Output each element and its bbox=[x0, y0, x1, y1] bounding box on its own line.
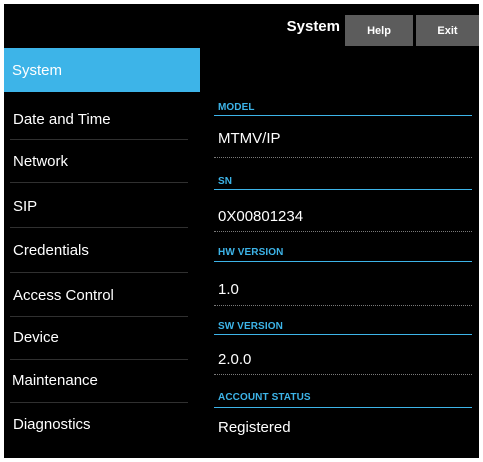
account-status-value: Registered bbox=[218, 419, 291, 436]
field-underline bbox=[214, 407, 472, 408]
hw-version-value: 1.0 bbox=[218, 281, 239, 298]
sidebar-item-sip[interactable]: SIP bbox=[4, 185, 200, 227]
sidebar-item-credentials[interactable]: Credentials bbox=[4, 229, 200, 271]
sn-value: 0X00801234 bbox=[218, 208, 304, 225]
sidebar-divider bbox=[10, 227, 188, 228]
app-window: System Help Exit System Date and Time Ne… bbox=[4, 4, 479, 458]
field-divider bbox=[214, 231, 472, 232]
sidebar-item-access-control[interactable]: Access Control bbox=[4, 274, 200, 316]
model-label: MODEL bbox=[218, 102, 255, 113]
field-divider bbox=[214, 305, 472, 306]
sidebar: System Date and Time Network SIP Credent… bbox=[4, 4, 200, 458]
sidebar-item-network[interactable]: Network bbox=[4, 140, 200, 182]
model-value: MTMV/IP bbox=[218, 130, 281, 147]
sn-label: SN bbox=[218, 176, 233, 187]
field-underline bbox=[214, 261, 472, 262]
field-underline bbox=[214, 115, 472, 116]
system-info-panel: MODEL MTMV/IP SN 0X00801234 HW VERSION 1… bbox=[200, 48, 479, 458]
page-title: System bbox=[286, 18, 340, 35]
sw-version-label: SW VERSION bbox=[218, 321, 283, 332]
sidebar-divider bbox=[10, 272, 188, 273]
field-underline bbox=[214, 189, 472, 190]
field-divider bbox=[214, 157, 472, 158]
field-divider bbox=[214, 374, 472, 375]
sw-version-value: 2.0.0 bbox=[218, 351, 252, 368]
sidebar-item-device[interactable]: Device bbox=[4, 316, 200, 358]
sidebar-item-system[interactable]: System bbox=[4, 48, 200, 92]
field-underline bbox=[214, 334, 472, 335]
account-status-label: ACCOUNT STATUS bbox=[218, 392, 311, 403]
hw-version-label: HW VERSION bbox=[218, 247, 284, 258]
sidebar-item-diagnostics[interactable]: Diagnostics bbox=[4, 403, 200, 445]
sidebar-item-date-and-time[interactable]: Date and Time bbox=[4, 98, 200, 140]
help-button[interactable]: Help bbox=[345, 15, 413, 46]
sidebar-item-maintenance[interactable]: Maintenance bbox=[4, 359, 200, 401]
sidebar-divider bbox=[10, 182, 188, 183]
exit-button[interactable]: Exit bbox=[416, 15, 479, 46]
